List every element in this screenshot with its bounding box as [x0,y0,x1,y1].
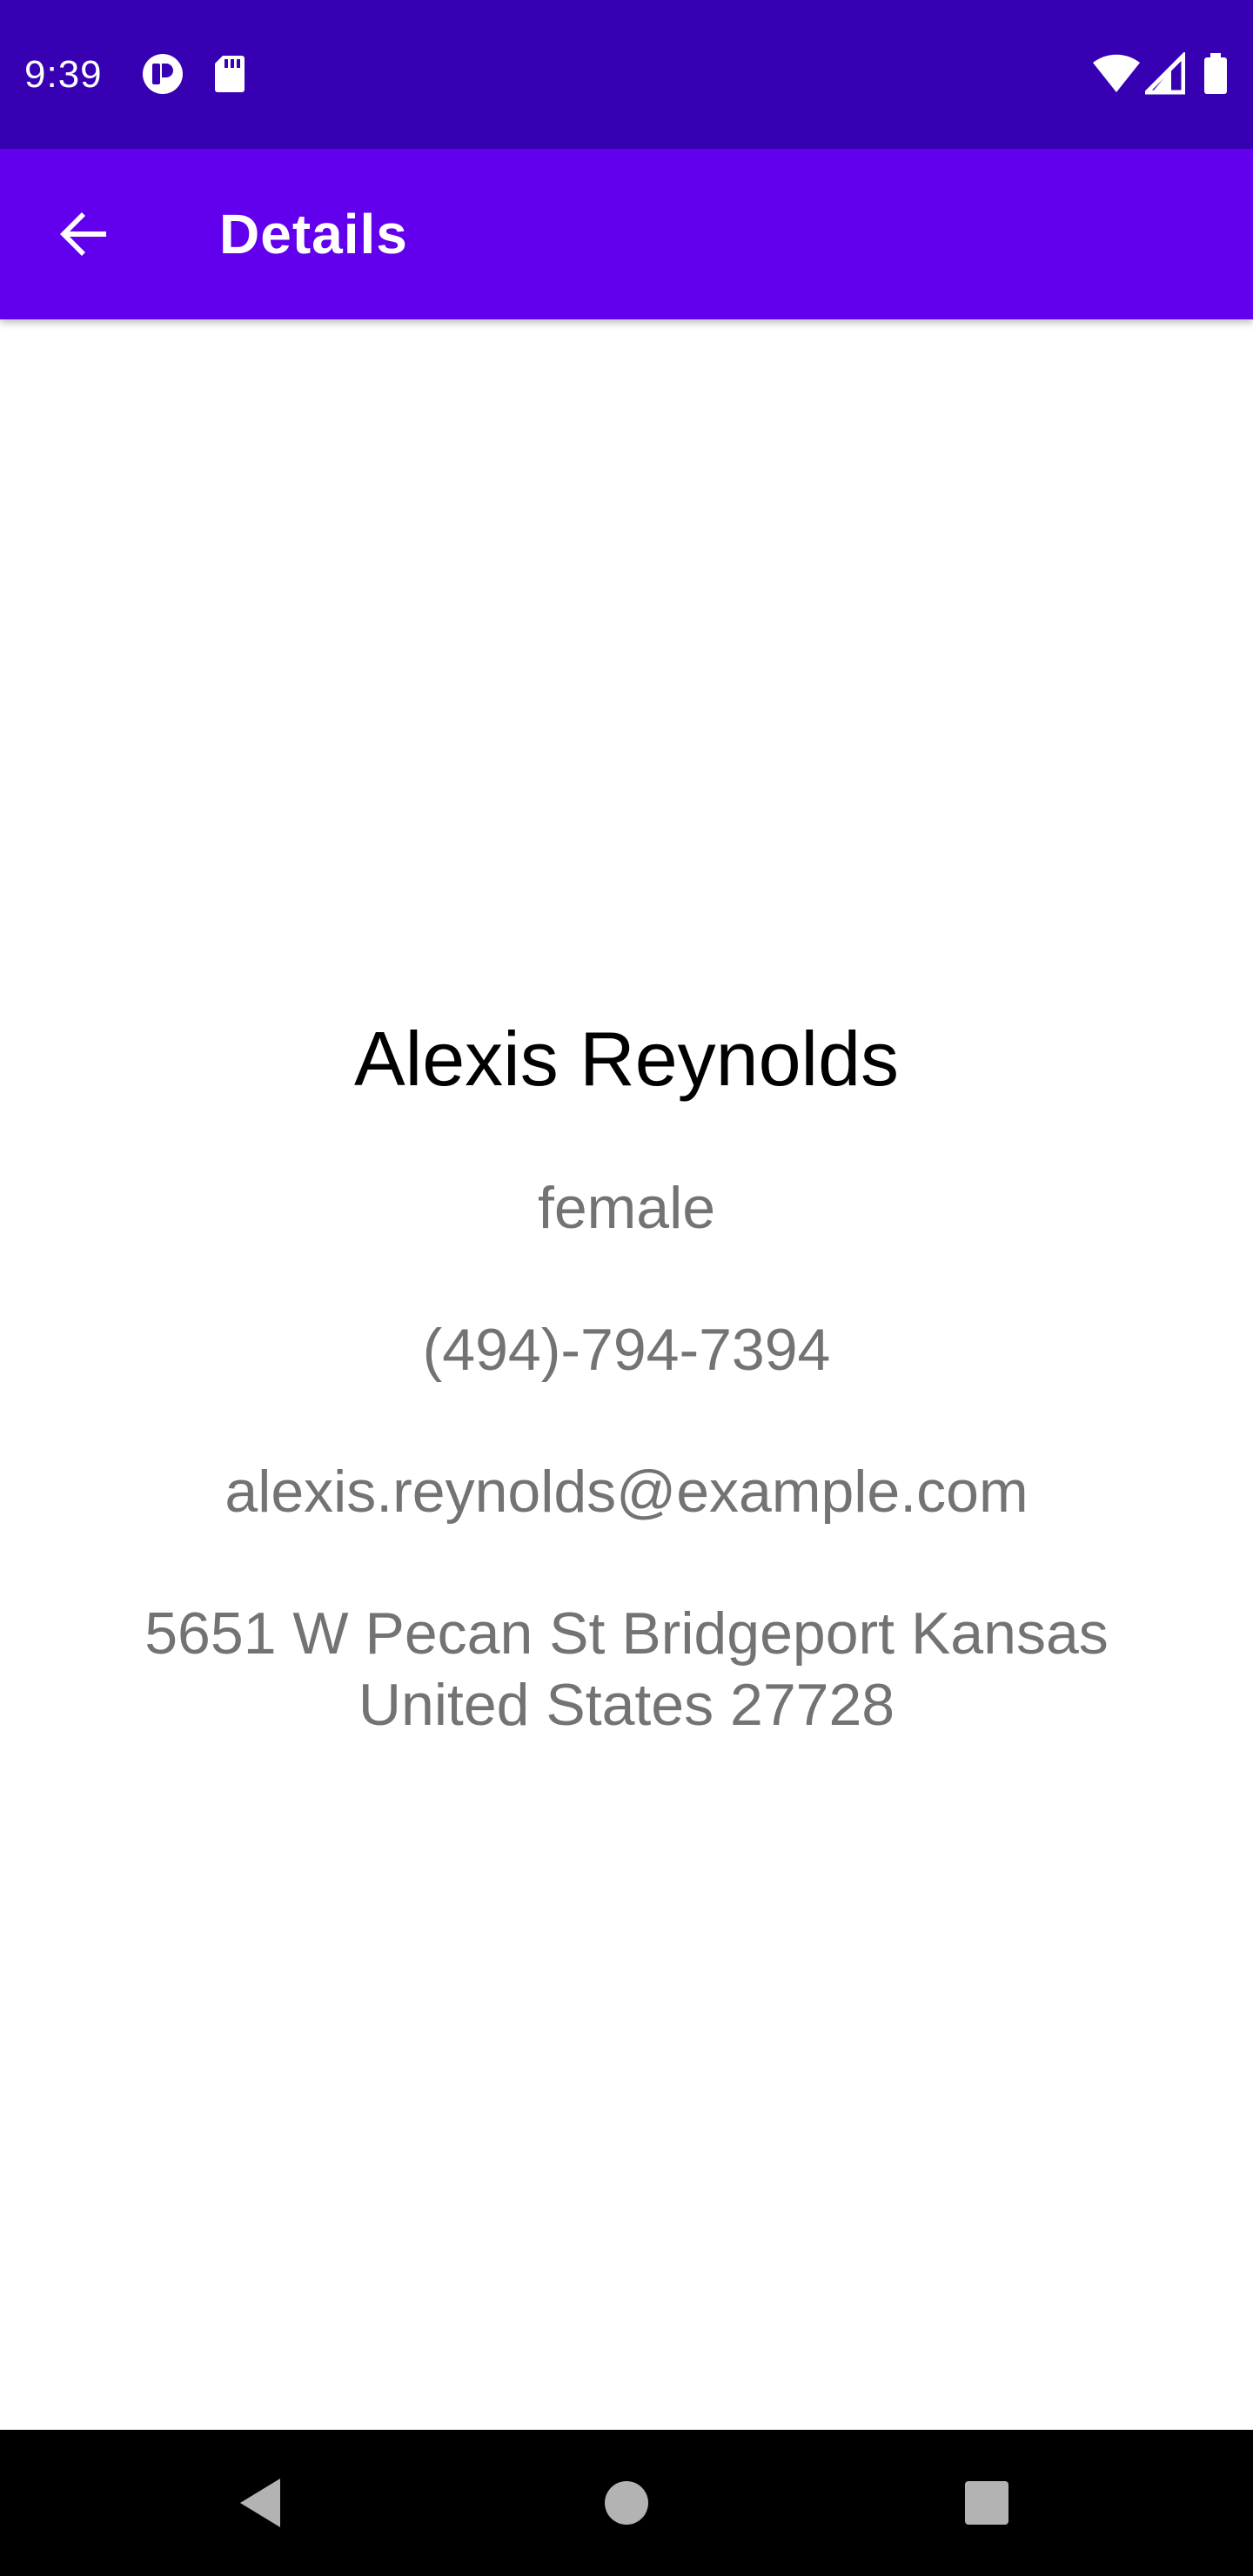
cell-signal-icon [1145,52,1185,95]
status-time: 9:39 [24,53,103,96]
navigation-bar [0,2430,1253,2576]
app-notification-icon [143,54,183,94]
recents-square-icon [965,2481,1008,2525]
back-button[interactable] [35,185,132,283]
contact-details: Alexis Reynolds female (494)-794-7394 al… [0,319,1253,2430]
battery-icon [1204,53,1227,94]
wifi-icon [1093,54,1140,92]
contact-address-line2: United States 27728 [358,1672,895,1738]
arrow-back-icon [60,212,106,256]
app-bar: Details [0,149,1253,319]
contact-phone: (494)-794-7394 [422,1317,831,1383]
home-circle-icon [605,2481,648,2525]
sd-card-icon [215,56,245,92]
status-bar: 9:39 [0,0,1253,149]
contact-gender: female [537,1175,716,1241]
nav-back-button[interactable] [209,2451,313,2555]
nav-home-button[interactable] [574,2451,679,2555]
contact-address-line1: 5651 W Pecan St Bridgeport Kansas [144,1600,1109,1667]
contact-name: Alexis Reynolds [353,1016,900,1102]
nav-recents-button[interactable] [935,2451,1039,2555]
contact-email: alexis.reynolds@example.com [224,1459,1029,1525]
page-title: Details [219,203,408,265]
back-triangle-icon [240,2479,280,2527]
